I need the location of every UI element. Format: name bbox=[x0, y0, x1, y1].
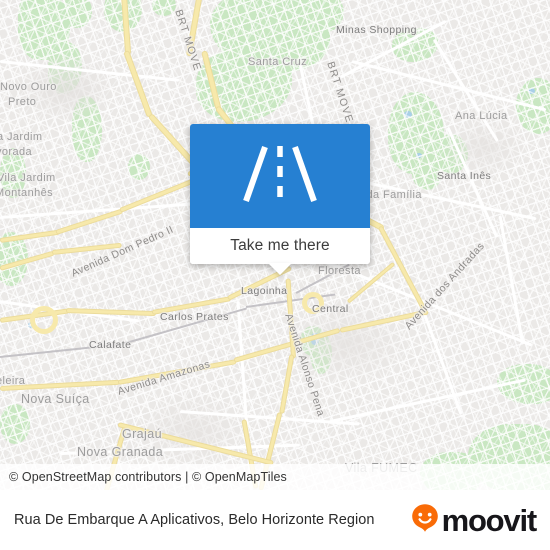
popup-cta-label: Take me there bbox=[230, 237, 330, 254]
popup-pointer bbox=[268, 263, 292, 275]
popup-header bbox=[190, 124, 370, 228]
footer-bar: Rua De Embarque A Aplicativos, Belo Hori… bbox=[0, 490, 550, 550]
moovit-pin-smile-icon bbox=[410, 502, 440, 539]
map-canvas[interactable]: BRT MOVE Minas Shopping Santa Cruz BRT M… bbox=[0, 0, 550, 490]
location-title: Rua De Embarque A Aplicativos, Belo Hori… bbox=[14, 511, 375, 528]
take-me-there-popup[interactable]: Take me there bbox=[190, 124, 370, 275]
road-perspective-icon bbox=[237, 143, 323, 210]
popup-cta[interactable]: Take me there bbox=[190, 228, 370, 264]
moovit-wordmark: moovit bbox=[441, 502, 538, 538]
map-attribution-bar: © OpenStreetMap contributors | © OpenMap… bbox=[0, 464, 550, 490]
moovit-logo[interactable]: moovit bbox=[410, 502, 538, 539]
arterial-road bbox=[302, 292, 324, 314]
map-attribution-text[interactable]: © OpenStreetMap contributors | © OpenMap… bbox=[0, 470, 287, 484]
map-screen: BRT MOVE Minas Shopping Santa Cruz BRT M… bbox=[0, 0, 550, 550]
arterial-road bbox=[30, 306, 58, 334]
